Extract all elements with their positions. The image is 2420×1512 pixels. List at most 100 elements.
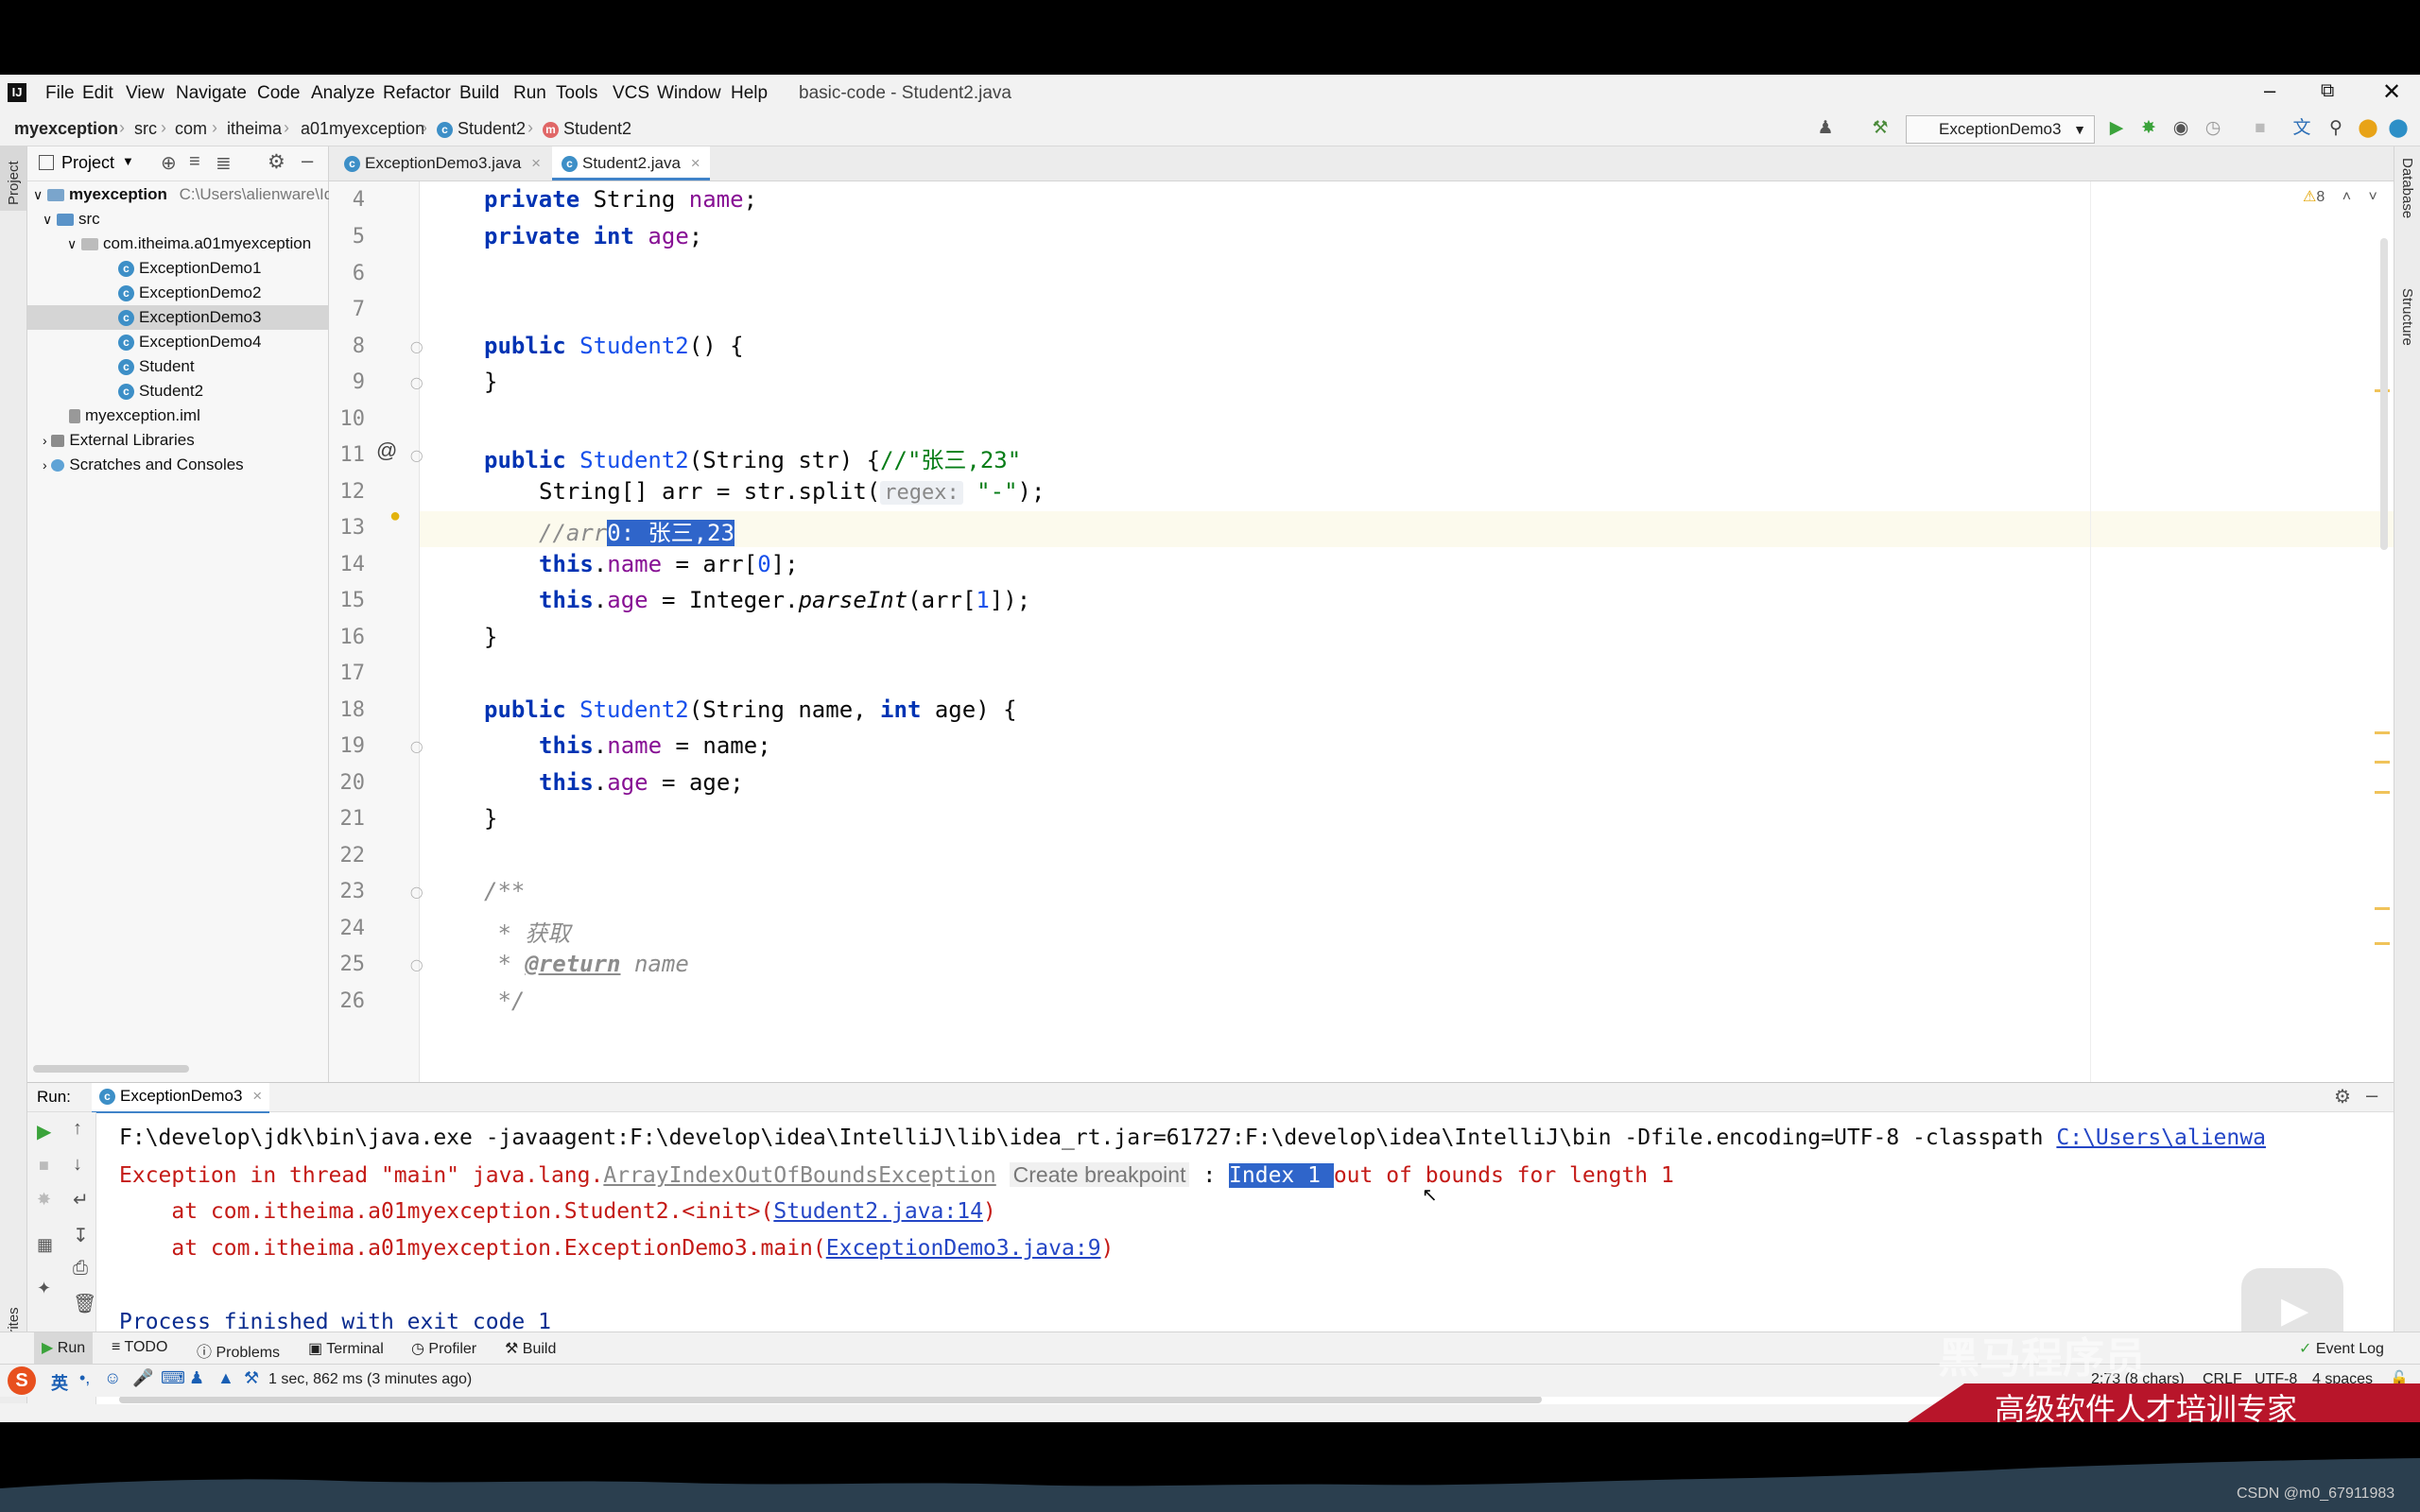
menu-edit[interactable]: Edit <box>82 83 113 104</box>
tab-todo[interactable]: ≡ TODO <box>112 1339 167 1356</box>
stop-icon[interactable]: ■ <box>39 1156 49 1176</box>
search-icon[interactable]: ⚲ <box>2325 118 2346 139</box>
fold-icon[interactable]: ◯ <box>410 958 423 971</box>
breadcrumb-com[interactable]: com <box>175 119 207 139</box>
tree-item-student2[interactable]: c Student2 <box>27 379 328 404</box>
chevron-up-icon[interactable]: ˄ <box>2342 189 2351 205</box>
run-icon[interactable]: ▶ <box>2106 118 2127 139</box>
project-tool-button[interactable]: Project <box>0 146 26 211</box>
minimize-icon[interactable]: – <box>2264 78 2275 103</box>
punctuation-icon[interactable]: •, <box>79 1368 90 1388</box>
tab-profiler[interactable]: ◷ Profiler <box>411 1339 476 1358</box>
layout-icon[interactable]: ▦ <box>37 1235 53 1255</box>
tree-item-exceptiondemo3[interactable]: c ExceptionDemo3 <box>27 305 328 330</box>
tree-item-src[interactable]: ∨ src <box>27 207 328 232</box>
breadcrumb-class[interactable]: c Student2 <box>437 119 526 139</box>
run-config-selector[interactable]: ExceptionDemo3 ▼ <box>1906 115 2095 144</box>
gear-icon[interactable]: ⚙ <box>268 150 285 174</box>
source-link-student2[interactable]: Student2.java:14 <box>773 1199 983 1224</box>
tree-root[interactable]: ∨ myexception C:\Users\alienware\Id <box>27 182 333 207</box>
warning-marker[interactable] <box>2375 942 2390 945</box>
lightbulb-icon[interactable]: ● <box>389 506 401 527</box>
classpath-link[interactable]: C:\Users\alienwa <box>2056 1125 2266 1150</box>
user-icon[interactable]: ♟ <box>1815 118 1836 139</box>
warning-marker[interactable] <box>2375 731 2390 734</box>
structure-tool-button[interactable]: Structure <box>2399 288 2415 346</box>
code-editor[interactable]: 4 5 6 7 8 9 10 11 12 13 14 15 16 17 18 1… <box>329 181 2394 1082</box>
menu-window[interactable]: Window <box>657 83 721 104</box>
skin-icon[interactable]: ▲ <box>217 1368 234 1388</box>
fold-icon[interactable]: ◯ <box>410 376 423 389</box>
build-hammer-icon[interactable]: ⚒ <box>1870 118 1891 139</box>
coverage-icon[interactable]: ◉ <box>2170 118 2191 139</box>
arrow-up-icon[interactable]: ↑ <box>73 1118 82 1140</box>
tree-item-exceptiondemo4[interactable]: c ExceptionDemo4 <box>27 330 328 354</box>
menu-navigate[interactable]: Navigate <box>176 83 247 104</box>
expand-all-icon[interactable]: ≡ <box>189 151 200 173</box>
user-icon[interactable]: ♟ <box>189 1368 204 1388</box>
breadcrumb-src[interactable]: src <box>134 119 157 139</box>
tree-item-exceptiondemo2[interactable]: c ExceptionDemo2 <box>27 281 328 305</box>
menu-help[interactable]: Help <box>731 83 768 104</box>
breadcrumb-project[interactable]: myexception <box>14 119 118 139</box>
update-icon[interactable]: ⬤ <box>2358 118 2378 139</box>
event-log-button[interactable]: ✓ Event Log <box>2299 1339 2384 1358</box>
menu-vcs[interactable]: VCS <box>613 83 649 104</box>
override-marker-icon[interactable]: @ <box>376 438 397 463</box>
ime-language-toggle[interactable]: 英 <box>51 1370 68 1395</box>
chevron-down-icon[interactable]: ▼ <box>122 154 134 168</box>
inspection-widget[interactable]: ⚠8 ˄ ˅ <box>2303 187 2377 206</box>
scroll-to-end-icon[interactable]: ↧ <box>73 1224 89 1247</box>
run-tab-exceptiondemo3[interactable]: c ExceptionDemo3 × <box>92 1083 270 1113</box>
rerun-icon[interactable]: ▶ <box>37 1120 51 1143</box>
print-icon[interactable]: ⎙ <box>73 1258 88 1280</box>
sogou-ime-icon[interactable]: S <box>8 1366 36 1395</box>
source-link-exceptiondemo3[interactable]: ExceptionDemo3.java:9 <box>826 1236 1101 1261</box>
tab-terminal[interactable]: ▣ Terminal <box>308 1339 384 1358</box>
menu-view[interactable]: View <box>126 83 164 104</box>
emoji-icon[interactable]: ☺ <box>104 1368 121 1388</box>
close-window-icon[interactable]: ✕ <box>2382 78 2401 106</box>
restore-icon[interactable]: ⧉ <box>2321 80 2334 102</box>
collapse-all-icon[interactable]: ≣ <box>216 151 232 175</box>
tools-icon[interactable]: ⚒ <box>244 1368 259 1388</box>
close-tab-icon[interactable]: × <box>531 154 541 172</box>
tab-run[interactable]: ▶ Run <box>34 1332 94 1365</box>
soft-wrap-icon[interactable]: ↵ <box>73 1188 89 1211</box>
breadcrumb-itheima[interactable]: itheima <box>227 119 282 139</box>
exception-class-link[interactable]: ArrayIndexOutOfBoundsException <box>603 1163 995 1188</box>
locate-icon[interactable]: ⊕ <box>161 151 177 175</box>
create-breakpoint-hint[interactable]: Create breakpoint <box>1009 1162 1190 1187</box>
tree-item-student[interactable]: c Student <box>27 354 328 379</box>
hide-panel-icon[interactable]: – <box>302 148 313 173</box>
debug-icon[interactable]: ✸ <box>37 1190 51 1210</box>
tree-item-external-libraries[interactable]: › External Libraries <box>27 428 328 453</box>
profile-icon[interactable]: ◷ <box>2203 118 2223 139</box>
fold-icon[interactable]: ◯ <box>410 740 423 753</box>
plugin-icon[interactable]: ⬤ <box>2388 118 2409 139</box>
pin-icon[interactable]: ✦ <box>37 1279 51 1298</box>
keyboard-icon[interactable]: ⌨ <box>161 1368 185 1388</box>
warning-marker[interactable] <box>2375 907 2390 910</box>
tree-item-exceptiondemo1[interactable]: c ExceptionDemo1 <box>27 256 328 281</box>
horizontal-scrollbar[interactable] <box>33 1065 189 1073</box>
vertical-scrollbar[interactable] <box>2380 238 2388 550</box>
close-tab-icon[interactable]: × <box>691 154 700 172</box>
hide-panel-icon[interactable]: – <box>2366 1083 2377 1108</box>
breadcrumb-method[interactable]: m Student2 <box>543 119 631 139</box>
fold-icon[interactable]: ◯ <box>410 885 423 899</box>
database-tool-button[interactable]: Database <box>2399 158 2415 218</box>
warning-marker[interactable] <box>2375 761 2390 764</box>
fold-icon[interactable]: ◯ <box>410 340 423 353</box>
breadcrumb-package[interactable]: a01myexception <box>301 119 424 139</box>
tab-build[interactable]: ⚒ Build <box>505 1339 556 1358</box>
arrow-down-icon[interactable]: ↓ <box>73 1154 82 1176</box>
tree-item-iml[interactable]: myexception.iml <box>27 404 328 428</box>
gear-icon[interactable]: ⚙ <box>2334 1085 2351 1108</box>
error-stripe[interactable] <box>2375 181 2394 1082</box>
menu-code[interactable]: Code <box>257 83 300 104</box>
translate-icon[interactable]: 文 <box>2291 118 2312 139</box>
fold-icon[interactable]: ◯ <box>410 449 423 462</box>
tab-problems[interactable]: ⓘ Problems <box>197 1339 280 1362</box>
close-tab-icon[interactable]: × <box>252 1087 262 1105</box>
